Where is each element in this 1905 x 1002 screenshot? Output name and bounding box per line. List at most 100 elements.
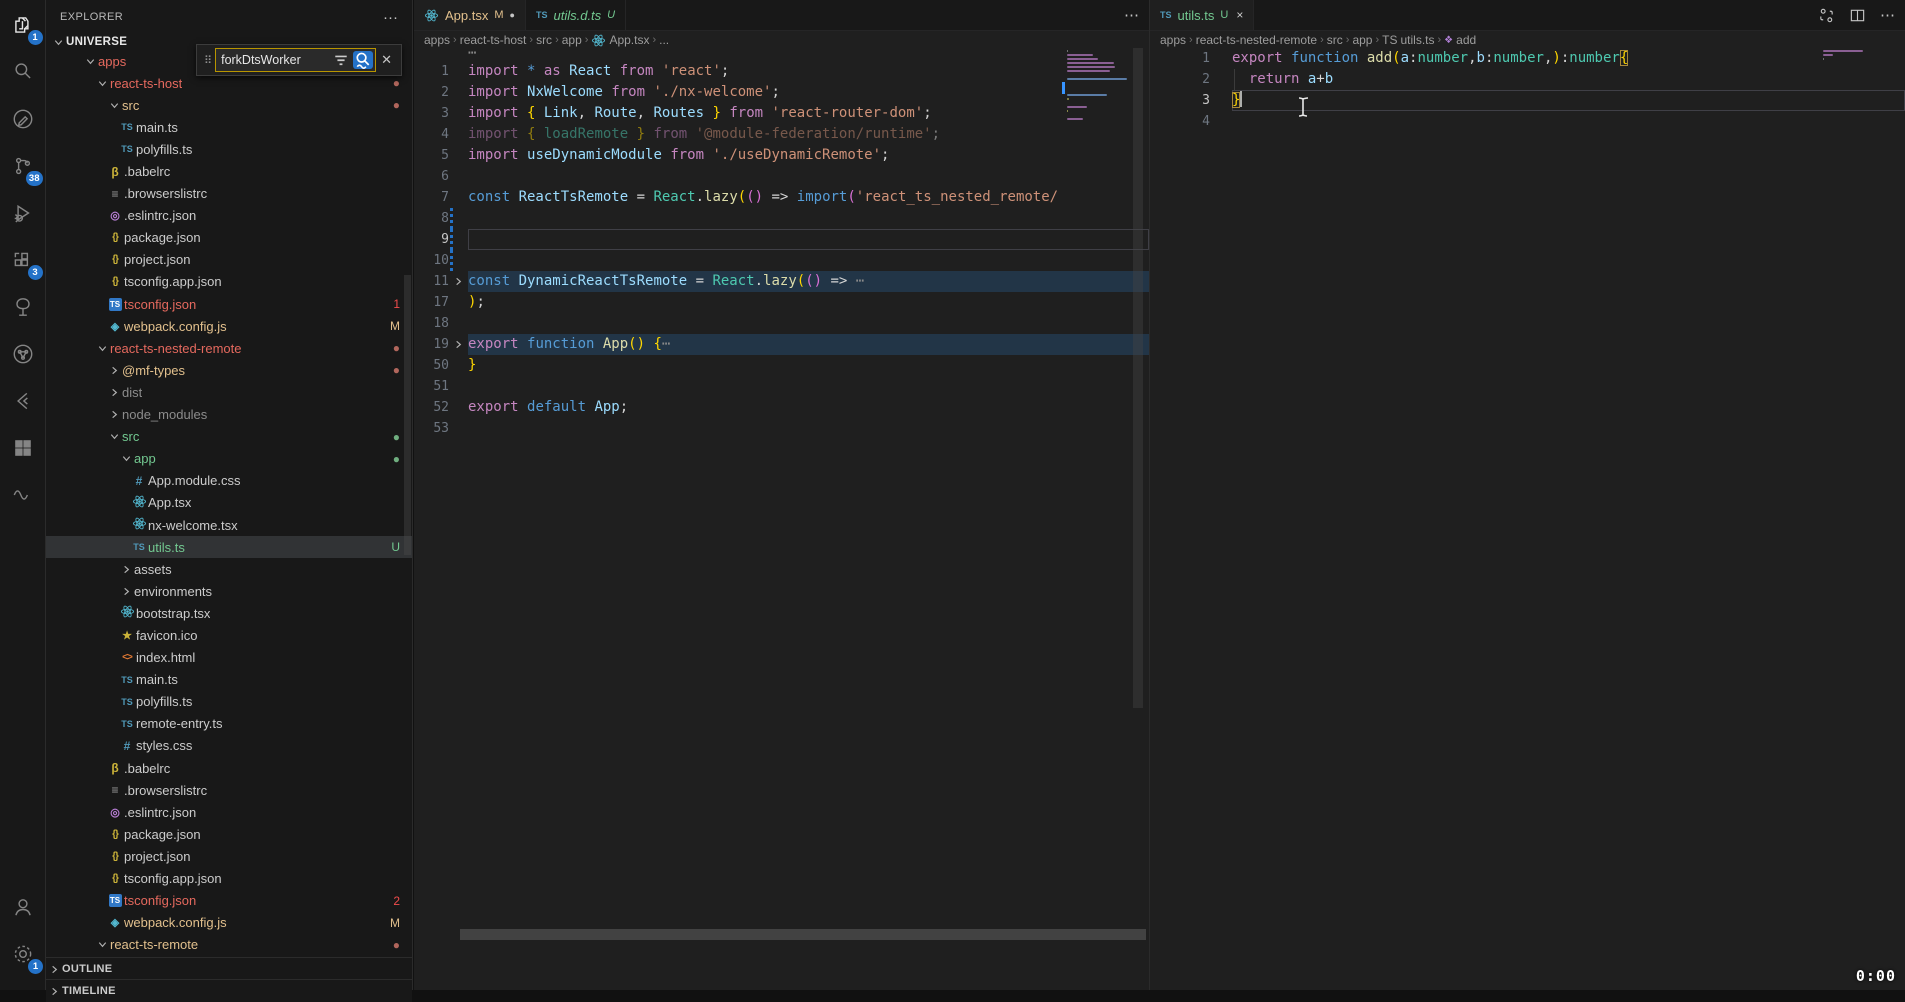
tree-item-src[interactable]: src● <box>46 94 412 116</box>
tree-item-project-json[interactable]: {}project.json <box>46 845 412 867</box>
fold-chevron-icon[interactable] <box>449 271 468 292</box>
sidebar-scrollbar[interactable] <box>404 275 411 555</box>
token: ⋯ <box>662 336 670 352</box>
tree-item--browserslistrc[interactable]: ≡.browserslistrc <box>46 779 412 801</box>
breadcrumb-item[interactable]: src <box>1327 33 1343 47</box>
tree-item-app-tsx[interactable]: App.tsx <box>46 492 412 514</box>
breadcrumb-item[interactable]: ❖add <box>1444 33 1476 47</box>
tree-item-label: .babelrc <box>124 164 170 179</box>
tree-item--mf-types[interactable]: @mf-types● <box>46 359 412 381</box>
fold-chevron-icon[interactable] <box>449 334 468 355</box>
drag-grip-icon[interactable]: ⠿ <box>204 54 212 67</box>
breadcrumb-item[interactable]: react-ts-host <box>460 33 527 47</box>
tree-item-tsconfig-json[interactable]: TStsconfig.json2 <box>46 890 412 912</box>
swap-editors-icon[interactable] <box>1818 7 1835 24</box>
tree-item-nx-welcome-tsx[interactable]: nx-welcome.tsx <box>46 514 412 536</box>
tree-item--babelrc[interactable]: β.babelrc <box>46 160 412 182</box>
tree-item--browserslistrc[interactable]: ≡.browserslistrc <box>46 183 412 205</box>
tree-item-assets[interactable]: assets <box>46 558 412 580</box>
tree-item-bootstrap-tsx[interactable]: bootstrap.tsx <box>46 602 412 624</box>
activitybar-extensions-icon[interactable]: 3 <box>6 243 40 277</box>
close-icon[interactable]: ✕ <box>381 52 392 68</box>
activitybar-explorer-icon[interactable]: 1 <box>6 8 40 42</box>
editor-more-actions-icon[interactable]: ⋯ <box>1124 6 1139 24</box>
tree-item-favicon-ico[interactable]: ★favicon.ico <box>46 624 412 646</box>
tree-item--babelrc[interactable]: β.babelrc <box>46 757 412 779</box>
breadcrumb-item[interactable]: src <box>536 33 552 47</box>
tree-item-tsconfig-app-json[interactable]: {}tsconfig.app.json <box>46 867 412 889</box>
editor-more-actions-icon[interactable]: ⋯ <box>1880 6 1895 24</box>
line-number: 52 <box>414 397 449 418</box>
breadcrumb-item[interactable]: apps <box>1160 33 1186 47</box>
tree-item-tsconfig-app-json[interactable]: {}tsconfig.app.json <box>46 271 412 293</box>
breadcrumb-item[interactable]: ... <box>659 33 669 47</box>
sidebar-more-actions-icon[interactable]: ··· <box>383 9 398 26</box>
breadcrumb-item[interactable]: TSutils.ts <box>1382 33 1434 47</box>
activitybar-run-debug-icon[interactable] <box>6 196 40 230</box>
tree-item-app-module-css[interactable]: #App.module.css <box>46 470 412 492</box>
activitybar-account-icon[interactable] <box>6 890 40 924</box>
dirty-indicator-icon[interactable]: ● <box>510 10 515 20</box>
tree-item-app[interactable]: app● <box>46 448 412 470</box>
minimap-line <box>1067 58 1098 60</box>
find-input[interactable] <box>216 53 331 67</box>
activitybar-pen-circle-icon[interactable] <box>6 102 40 136</box>
fuzzy-search-toggle-icon[interactable] <box>353 51 373 69</box>
outline-section-header[interactable]: OUTLINE <box>46 957 412 980</box>
tree-item-src[interactable]: src● <box>46 426 412 448</box>
tree-item-tsconfig-json[interactable]: TStsconfig.json1 <box>46 293 412 315</box>
breadcrumb-item[interactable]: react-ts-nested-remote <box>1196 33 1317 47</box>
chevron-right-icon <box>106 365 122 376</box>
vertical-scrollbar[interactable] <box>1133 48 1143 708</box>
activitybar-tree-icon[interactable] <box>6 290 40 324</box>
code-text: import NxWelcome from './nx-welcome'; <box>468 82 1149 103</box>
breadcrumb-item[interactable]: app <box>1352 33 1372 47</box>
tree-item-dist[interactable]: dist <box>46 381 412 403</box>
tree-item-main-ts[interactable]: TSmain.ts <box>46 669 412 691</box>
activitybar-wave-icon[interactable] <box>6 478 40 512</box>
tree-item-index-html[interactable]: <>index.html <box>46 647 412 669</box>
activitybar-grid-icon[interactable] <box>6 431 40 465</box>
tree-item-webpack-config-js[interactable]: ◈webpack.config.jsM <box>46 315 412 337</box>
code-editor[interactable]: ⋯1import * as React from 'react';2import… <box>414 48 1149 439</box>
minimap[interactable] <box>1067 50 1129 126</box>
activitybar-double-chevron-icon[interactable] <box>6 384 40 418</box>
tab-utils-d-ts[interactable]: TSutils.d.tsU <box>526 0 626 30</box>
line-number: 4 <box>414 124 449 145</box>
tab-app-tsx[interactable]: App.tsxM● <box>414 0 526 30</box>
tree-item-styles-css[interactable]: #styles.css <box>46 735 412 757</box>
breadcrumb-separator-icon: › <box>529 34 533 46</box>
code-editor[interactable]: 1export function add(a:number,b:number,)… <box>1150 48 1905 132</box>
breadcrumb-item[interactable]: App.tsx <box>591 33 649 48</box>
breadcrumb-item[interactable]: app <box>562 33 582 47</box>
breadcrumb-item[interactable]: apps <box>424 33 450 47</box>
filter-icon[interactable] <box>331 51 351 69</box>
tree-item-environments[interactable]: environments <box>46 580 412 602</box>
tree-item-react-ts-remote[interactable]: react-ts-remote● <box>46 934 412 956</box>
activitybar-search-icon[interactable] <box>6 55 40 89</box>
tree-item-polyfills-ts[interactable]: TSpolyfills.ts <box>46 691 412 713</box>
tree-item-polyfills-ts[interactable]: TSpolyfills.ts <box>46 138 412 160</box>
tree-item-utils-ts[interactable]: TSutils.tsU <box>46 536 412 558</box>
tree-item-package-json[interactable]: {}package.json <box>46 227 412 249</box>
tree-item-project-json[interactable]: {}project.json <box>46 249 412 271</box>
horizontal-scrollbar[interactable] <box>460 929 1146 940</box>
activitybar-settings-gear-icon[interactable]: 1 <box>6 937 40 971</box>
code-line: 1export function add(a:number,b:number,)… <box>1150 48 1905 69</box>
timeline-section-header[interactable]: TIMELINE <box>46 979 412 1002</box>
tree-item-react-ts-nested-remote[interactable]: react-ts-nested-remote● <box>46 337 412 359</box>
tree-item--eslintrc-json[interactable]: ◎.eslintrc.json <box>46 205 412 227</box>
close-icon[interactable]: × <box>1236 8 1243 22</box>
activitybar-source-control-icon[interactable]: 38 <box>6 149 40 183</box>
tab-utils-ts[interactable]: TSutils.tsU× <box>1150 0 1254 30</box>
split-editor-icon[interactable] <box>1849 7 1866 24</box>
minimap[interactable] <box>1823 50 1871 66</box>
tree-item-remote-entry-ts[interactable]: TSremote-entry.ts <box>46 713 412 735</box>
activitybar-graph-circle-icon[interactable] <box>6 337 40 371</box>
tree-item-package-json[interactable]: {}package.json <box>46 823 412 845</box>
tree-item-main-ts[interactable]: TSmain.ts <box>46 116 412 138</box>
indent-guide <box>1234 69 1235 90</box>
tree-item-webpack-config-js[interactable]: ◈webpack.config.jsM <box>46 912 412 934</box>
tree-item-node-modules[interactable]: node_modules <box>46 404 412 426</box>
tree-item--eslintrc-json[interactable]: ◎.eslintrc.json <box>46 801 412 823</box>
